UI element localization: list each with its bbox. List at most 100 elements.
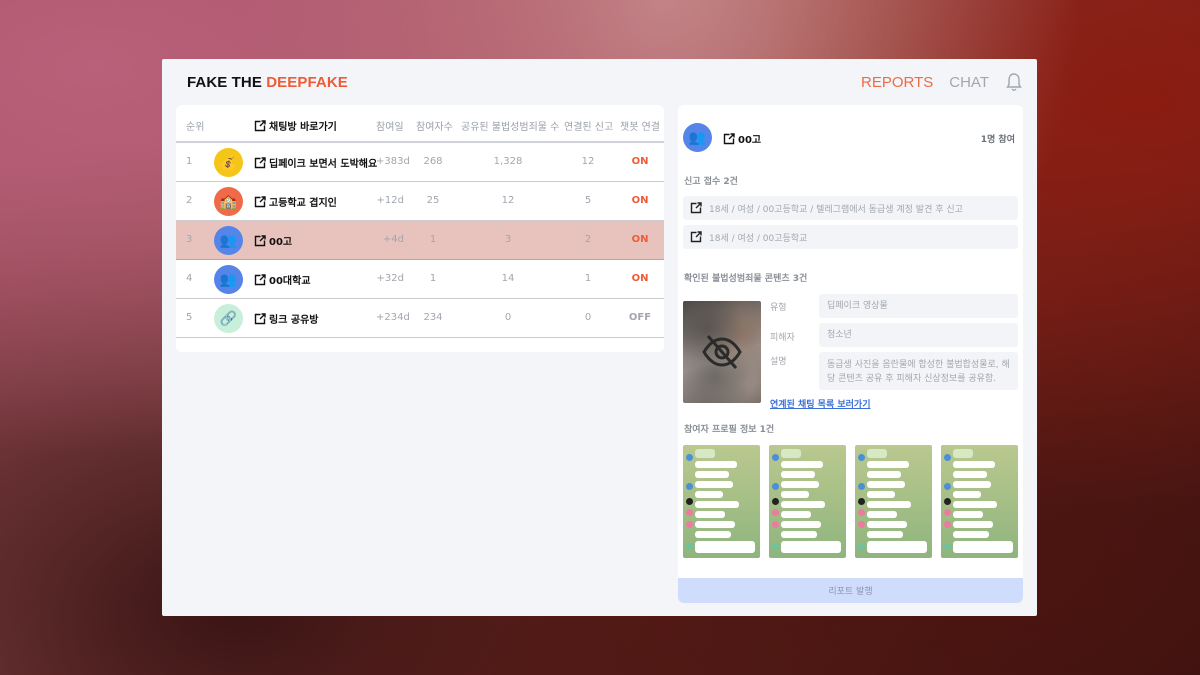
chat-avatar xyxy=(858,454,865,461)
group-icon: 👥 xyxy=(214,265,243,294)
row-rank: 1 xyxy=(186,156,193,167)
table-row[interactable]: 4 👥 00대학교 +32d 1 14 1 ON xyxy=(176,260,664,299)
group-icon: 👥 xyxy=(214,226,243,255)
reports-section-label: 신고 접수 2건 xyxy=(684,177,738,187)
chat-avatar xyxy=(772,521,779,528)
chat-bubble xyxy=(695,481,733,488)
chat-bubble xyxy=(953,491,981,498)
detail-panel: 👥 00고 1명 참여 신고 접수 2건 18세 / 여성 / 00고등학교 /… xyxy=(678,105,1023,603)
external-link-icon xyxy=(254,312,266,324)
row-chatroom-link[interactable]: 딥페이크 보면서 도박해요 xyxy=(254,155,377,170)
chat-bubble xyxy=(953,449,973,458)
chat-avatar xyxy=(944,483,951,490)
profile-screenshots xyxy=(683,445,1019,558)
chat-avatar xyxy=(772,454,779,461)
detail-chatroom-link[interactable]: 00고 xyxy=(723,131,761,146)
type-value: 딥페이크 영상물 xyxy=(819,294,1018,318)
table-row[interactable]: 2 🏫 고등학교 겹지인 +12d 25 12 5 ON xyxy=(176,182,664,221)
chat-bubble xyxy=(953,541,1013,553)
chat-bubble xyxy=(953,501,997,508)
chat-avatar xyxy=(858,483,865,490)
group-icon: 👥 xyxy=(683,123,712,152)
table-row[interactable]: 5 🔗 링크 공유방 +234d 234 0 0 OFF xyxy=(176,299,664,338)
chat-avatar xyxy=(858,498,865,505)
row-reports: 1 xyxy=(584,273,592,284)
row-shared: 12 xyxy=(501,195,515,206)
header-rank: 순위 xyxy=(186,122,205,133)
row-people: 1 xyxy=(429,273,437,284)
chat-bubble xyxy=(781,449,801,458)
chat-bubble xyxy=(781,471,815,478)
profile-screenshot[interactable] xyxy=(769,445,846,558)
profile-screenshot[interactable] xyxy=(941,445,1018,558)
chat-bubble xyxy=(781,481,819,488)
header-reports: 연결된 신고 xyxy=(564,122,614,133)
nav-reports[interactable]: REPORTS xyxy=(861,74,933,91)
chat-bubble xyxy=(695,531,731,538)
chat-avatar xyxy=(944,454,951,461)
chat-bubble xyxy=(953,471,987,478)
row-rank: 2 xyxy=(186,195,193,206)
chat-avatar xyxy=(772,483,779,490)
blurred-content-thumbnail[interactable] xyxy=(683,301,761,403)
row-reports: 5 xyxy=(584,195,592,206)
row-bot-status[interactable]: ON xyxy=(623,234,657,245)
link-icon: 🔗 xyxy=(214,304,243,333)
external-link-icon xyxy=(254,273,266,285)
report-text: 18세 / 여성 / 00고등학교 / 텔레그램에서 동급생 계정 발견 후 신… xyxy=(709,204,963,215)
row-chatroom-link[interactable]: 링크 공유방 xyxy=(254,311,318,326)
chat-avatar xyxy=(858,543,865,550)
description-label: 설명 xyxy=(770,357,787,367)
chat-bubble xyxy=(781,531,817,538)
external-link-icon xyxy=(254,119,266,131)
chat-bubble xyxy=(695,511,725,518)
row-bot-status[interactable]: ON xyxy=(623,156,657,167)
brand-logo[interactable]: FAKE THE DEEPFAKE xyxy=(187,74,348,91)
external-link-icon xyxy=(723,132,735,144)
row-days: +383d xyxy=(376,156,410,167)
content-section-label: 확인된 불법성범죄물 콘텐츠 3건 xyxy=(684,274,808,284)
chat-bubble xyxy=(867,481,905,488)
row-reports: 0 xyxy=(584,312,592,323)
linked-chats-link[interactable]: 연계된 채팅 목록 보러가기 xyxy=(770,397,870,410)
chat-avatar xyxy=(858,509,865,516)
issue-report-button[interactable]: 리포트 발행 xyxy=(678,578,1023,603)
profile-screenshot[interactable] xyxy=(855,445,932,558)
chat-bubble xyxy=(781,491,809,498)
row-days: +4d xyxy=(382,234,404,245)
report-text: 18세 / 여성 / 00고등학교 xyxy=(709,233,808,244)
external-link-icon xyxy=(254,195,266,207)
row-bot-status[interactable]: OFF xyxy=(623,312,657,323)
row-shared: 1,328 xyxy=(493,156,523,167)
row-shared: 0 xyxy=(504,312,512,323)
row-days: +12d xyxy=(376,195,404,206)
row-bot-status[interactable]: ON xyxy=(623,273,657,284)
chat-avatar xyxy=(772,498,779,505)
chat-avatar xyxy=(944,543,951,550)
row-name: 링크 공유방 xyxy=(269,315,319,326)
row-chatroom-link[interactable]: 고등학교 겹지인 xyxy=(254,194,337,209)
row-reports: 2 xyxy=(584,234,592,245)
table-row-selected[interactable]: 3 👥 00고 +4d 1 3 2 ON xyxy=(176,221,664,260)
row-name: 00고 xyxy=(269,237,293,248)
chat-bubble xyxy=(781,541,841,553)
profiles-section-label: 참여자 프로필 정보 1건 xyxy=(684,425,775,435)
chat-bubble xyxy=(695,501,739,508)
nav-chat[interactable]: CHAT xyxy=(949,74,989,91)
external-link-icon xyxy=(690,231,702,243)
external-link-icon xyxy=(690,202,702,214)
row-chatroom-link[interactable]: 00대학교 xyxy=(254,272,311,287)
profile-screenshot[interactable] xyxy=(683,445,760,558)
report-item[interactable]: 18세 / 여성 / 00고등학교 / 텔레그램에서 동급생 계정 발견 후 신… xyxy=(683,196,1018,220)
chat-bubble xyxy=(867,471,901,478)
chat-bubble xyxy=(867,531,903,538)
app-window: FAKE THE DEEPFAKE REPORTS CHAT 순위 채팅방 바로… xyxy=(162,59,1037,616)
report-item[interactable]: 18세 / 여성 / 00고등학교 xyxy=(683,225,1018,249)
row-bot-status[interactable]: ON xyxy=(623,195,657,206)
bell-icon[interactable] xyxy=(1005,72,1023,92)
row-people: 1 xyxy=(429,234,437,245)
row-chatroom-link[interactable]: 00고 xyxy=(254,233,292,248)
victim-label: 피해자 xyxy=(770,333,795,343)
table-row[interactable]: 1 💰 딥페이크 보면서 도박해요 +383d 268 1,328 12 ON xyxy=(176,143,664,182)
row-rank: 3 xyxy=(186,234,193,245)
